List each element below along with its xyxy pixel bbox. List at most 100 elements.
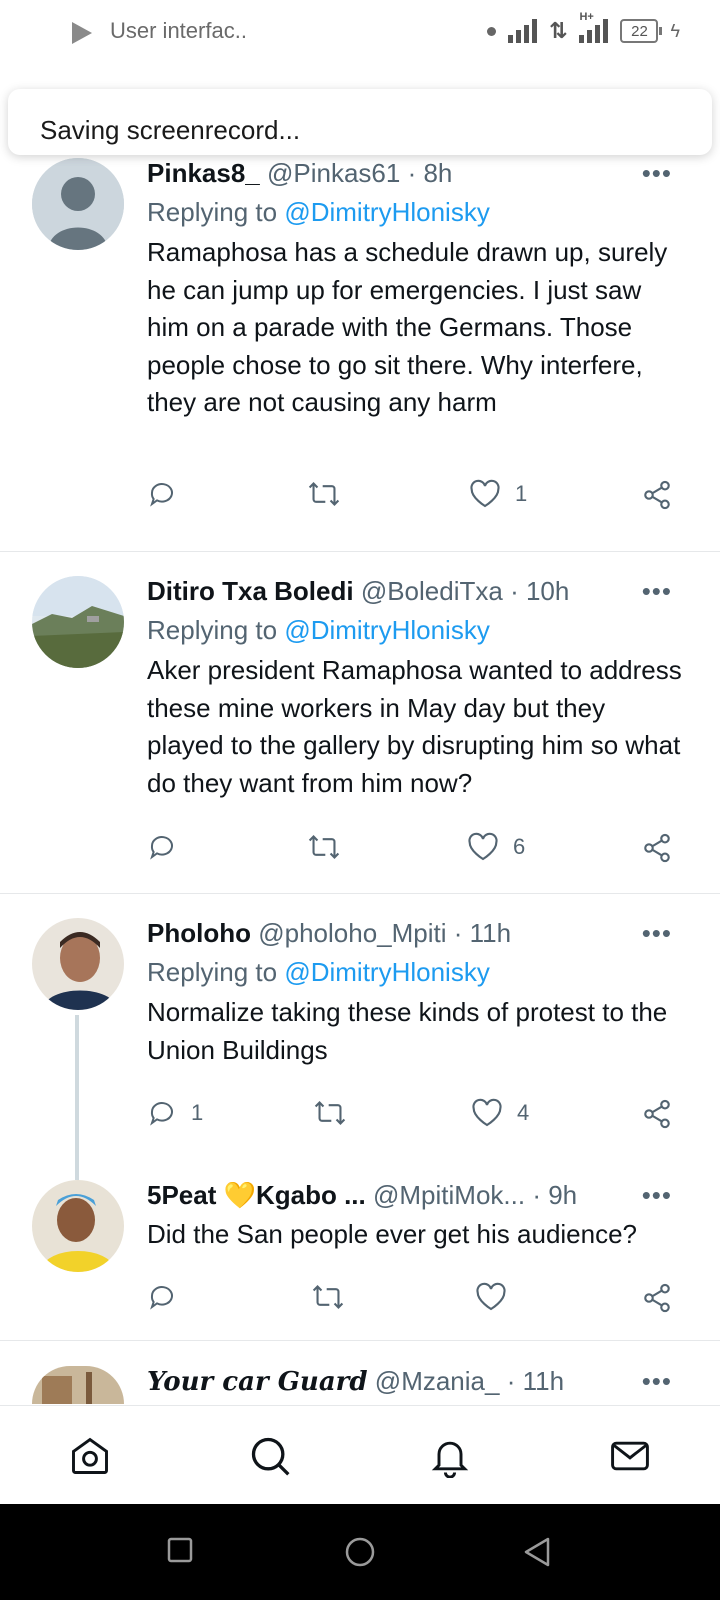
more-options-button[interactable]: •••: [642, 918, 672, 949]
replying-to: Replying to @DimitryHlonisky: [147, 612, 686, 648]
avatar[interactable]: [32, 1180, 124, 1272]
home-icon[interactable]: [68, 1434, 112, 1483]
reply-button[interactable]: [147, 1282, 191, 1312]
heart-icon: [470, 479, 500, 508]
retweet-button[interactable]: [307, 832, 341, 862]
tweet-time: · 11h: [506, 1366, 565, 1396]
reply-icon: [150, 836, 173, 860]
like-button[interactable]: 4: [471, 1098, 529, 1128]
screenrecord-toast: Saving screenrecord...: [8, 89, 712, 155]
author-name[interactable]: Pholoho: [147, 918, 251, 948]
heart-icon: [468, 832, 498, 861]
charging-icon: ϟ: [670, 20, 680, 41]
mention-link[interactable]: @DimitryHlonisky: [284, 957, 490, 987]
share-button[interactable]: [641, 1282, 673, 1314]
avatar[interactable]: [32, 918, 124, 1010]
reply-icon: [150, 1102, 173, 1126]
like-button[interactable]: 1: [469, 479, 527, 509]
replying-to: Replying to @DimitryHlonisky: [147, 954, 686, 990]
search-icon[interactable]: [248, 1434, 292, 1483]
avatar[interactable]: [32, 1366, 124, 1404]
author-handle[interactable]: @BolediTxa: [361, 576, 503, 606]
author-handle[interactable]: @Pinkas61: [267, 158, 400, 188]
tweet-header: Pholoho @pholoho_Mpiti · 11h: [147, 916, 686, 950]
notifications-icon[interactable]: [428, 1434, 472, 1483]
share-icon: [644, 480, 670, 510]
retweet-button[interactable]: [313, 1098, 347, 1128]
replying-to: Replying to @DimitryHlonisky: [147, 194, 686, 230]
replying-label: Replying to: [147, 615, 278, 645]
avatar[interactable]: [32, 158, 124, 250]
reply-icon: [150, 1286, 173, 1310]
retweet-icon: [308, 482, 340, 506]
reply-button[interactable]: [147, 479, 191, 509]
like-count: 1: [515, 481, 528, 506]
retweet-icon: [312, 1285, 344, 1309]
status-bar-title: User interfac..: [110, 18, 247, 43]
battery-icon: 22: [620, 19, 663, 43]
author-name[interactable]: 5Peat 💛Kgabo ...: [147, 1180, 366, 1210]
like-button[interactable]: [475, 1282, 521, 1312]
status-bar: User interfac.. ⇅ H+ 22 ϟ: [0, 0, 720, 64]
mention-link[interactable]: @DimitryHlonisky: [284, 197, 490, 227]
status-icons: ⇅ H+ 22 ϟ: [487, 11, 680, 44]
more-options-button[interactable]: •••: [642, 1366, 672, 1397]
tweet-header: Pinkas8_ @Pinkas61 · 8h: [147, 156, 686, 190]
tweet-text: Normalize taking these kinds of protest …: [147, 997, 668, 1065]
author-name[interactable]: Pinkas8_: [147, 158, 260, 188]
author-name[interactable]: Ditiro Txa Boledi: [147, 576, 354, 606]
reply-button[interactable]: [147, 832, 191, 862]
author-handle[interactable]: @MpitiMok...: [373, 1180, 525, 1210]
tweet-time: · 10h: [510, 576, 570, 606]
avatar[interactable]: [32, 576, 124, 668]
like-count: 4: [517, 1100, 530, 1125]
author-handle[interactable]: @Mzania_: [375, 1366, 500, 1396]
tweet-header: 5Peat 💛Kgabo ... @MpitiMok... · 9h: [147, 1178, 686, 1212]
like-count: 6: [513, 834, 526, 859]
retweet-icon: [308, 835, 340, 859]
author-name[interactable]: Your car Guard: [147, 1367, 368, 1397]
tweet-text: Did the San people ever get his audience…: [147, 1219, 638, 1249]
heart-icon: [476, 1282, 506, 1311]
more-options-button[interactable]: •••: [642, 576, 672, 607]
play-icon: [72, 22, 92, 44]
share-button[interactable]: [641, 479, 673, 511]
more-options-button[interactable]: •••: [642, 158, 672, 189]
back-icon[interactable]: [522, 1536, 552, 1573]
network-type-label: H+: [579, 11, 594, 23]
bottom-nav: [0, 1405, 720, 1505]
heart-icon: [472, 1098, 502, 1127]
toast-text: Saving screenrecord...: [40, 115, 301, 145]
messages-icon[interactable]: [608, 1434, 652, 1483]
reply-count: 1: [191, 1100, 204, 1125]
tweet-text: Ramaphosa has a schedule drawn up, surel…: [147, 237, 668, 417]
tweet-header: Ditiro Txa Boledi @BolediTxa · 10h: [147, 574, 686, 608]
tweet-header: Your car Guard @Mzania_ · 11h: [147, 1364, 686, 1399]
reply-button[interactable]: 1: [147, 1098, 203, 1128]
thread-line: [75, 1015, 79, 1180]
notification-dot-icon: [487, 26, 497, 36]
share-icon: [644, 1283, 670, 1313]
tweet-time: · 11h: [453, 918, 512, 948]
like-button[interactable]: 6: [467, 832, 525, 862]
retweet-button[interactable]: [311, 1282, 345, 1312]
share-icon: [644, 1099, 670, 1129]
signal-2-icon: H+: [579, 11, 609, 43]
system-nav-bar: [0, 1504, 720, 1600]
share-button[interactable]: [641, 832, 673, 864]
reply-icon: [150, 483, 173, 507]
share-button[interactable]: [641, 1098, 673, 1130]
author-handle[interactable]: @pholoho_Mpiti: [258, 918, 446, 948]
retweet-button[interactable]: [307, 479, 341, 509]
retweet-icon: [314, 1101, 346, 1125]
tweet-time: · 8h: [407, 158, 453, 188]
share-icon: [644, 833, 670, 863]
mention-link[interactable]: @DimitryHlonisky: [284, 615, 490, 645]
more-options-button[interactable]: •••: [642, 1180, 672, 1211]
tweet-time: · 9h: [532, 1180, 578, 1210]
recents-icon[interactable]: [166, 1536, 194, 1569]
battery-level: 22: [631, 22, 648, 40]
home-circle-icon[interactable]: [344, 1536, 376, 1573]
replying-label: Replying to: [147, 957, 278, 987]
divider: [0, 551, 720, 552]
